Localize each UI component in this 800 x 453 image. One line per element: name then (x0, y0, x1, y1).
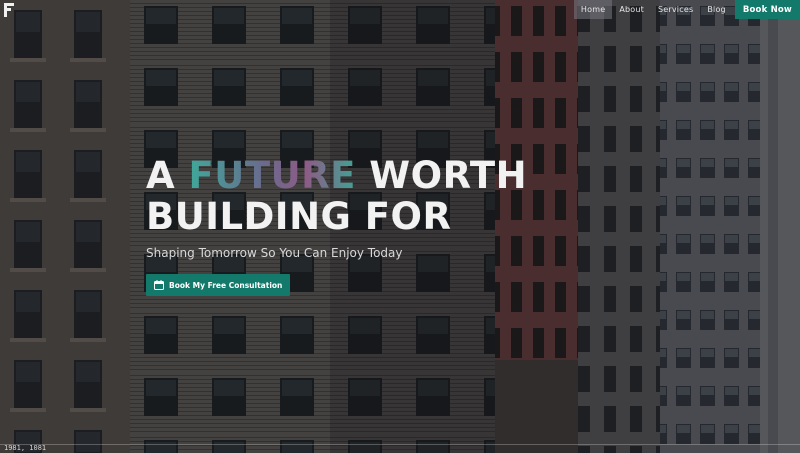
nav-item-about[interactable]: About (612, 0, 651, 19)
hero-subtitle: Shaping Tomorrow So You Can Enjoy Today (146, 246, 403, 260)
book-now-button[interactable]: Book Now (734, 0, 800, 19)
book-consultation-label: Book My Free Consultation (169, 280, 283, 290)
hero-section: A FUTURE WORTH BUILDING FOR Shaping Tomo… (146, 155, 527, 296)
headline-word-worth: WORTH (369, 154, 528, 197)
nav-item-blog[interactable]: Blog (700, 0, 732, 19)
headline-accent-word: FUTURE (188, 154, 356, 197)
top-navigation: Home About Services Blog Book Now (573, 0, 800, 19)
nav-item-services[interactable]: Services (651, 0, 700, 19)
brand-logo-icon[interactable] (4, 3, 16, 17)
book-consultation-button[interactable]: Book My Free Consultation (146, 274, 291, 296)
headline-line-two: BUILDING FOR (146, 195, 452, 238)
headline-word-a: A (146, 154, 176, 197)
hero-headline: A FUTURE WORTH BUILDING FOR (146, 155, 527, 237)
bottom-divider (0, 444, 800, 445)
coordinate-readout: 1981, 1081 (4, 444, 47, 452)
nav-item-home[interactable]: Home (573, 0, 613, 19)
calendar-icon (154, 280, 164, 290)
